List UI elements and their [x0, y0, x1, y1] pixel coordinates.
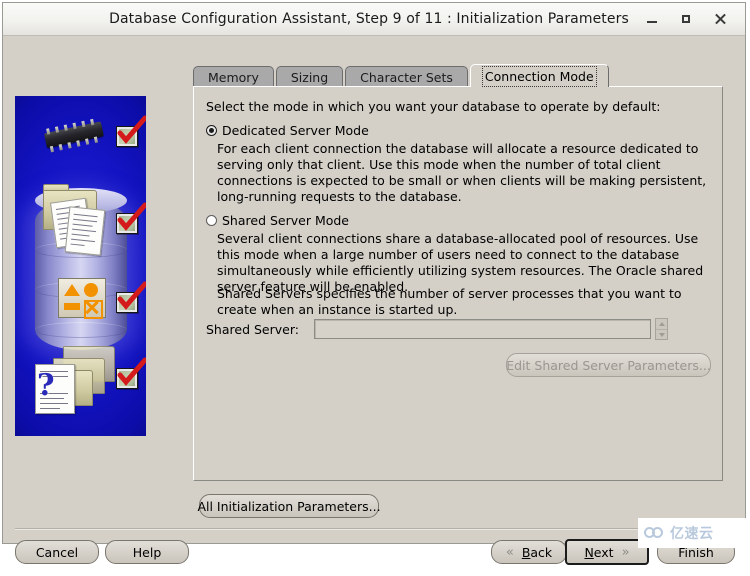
- tab-label: Sizing: [290, 69, 329, 85]
- connection-mode-panel: Select the mode in which you want your d…: [193, 86, 723, 481]
- edit-shared-server-parameters-button[interactable]: Edit Shared Server Parameters...: [506, 353, 711, 377]
- all-initialization-parameters-button[interactable]: All Initialization Parameters...: [197, 494, 381, 518]
- tab-connection-mode[interactable]: Connection Mode: [469, 64, 609, 87]
- window-body: ? Memory Sizing Character Sets Connectio…: [3, 36, 745, 565]
- chevron-double-right-icon: »: [621, 544, 630, 560]
- shared-servers-note: Shared Servers specifies the number of s…: [217, 286, 682, 317]
- window-controls: [645, 12, 745, 26]
- document-page: [64, 206, 106, 256]
- red-check-icon: [117, 281, 146, 310]
- tab-memory[interactable]: Memory: [193, 66, 274, 87]
- next-label: Next: [584, 544, 614, 560]
- double-circle-logo-icon: [644, 526, 666, 540]
- shared-server-field-row: Shared Server:: [206, 318, 668, 340]
- tab-label: Memory: [208, 69, 259, 85]
- red-check-icon: [117, 202, 146, 231]
- dedicated-server-description: For each client connection the database …: [217, 141, 707, 204]
- shared-server-description: Several client connections share a datab…: [217, 231, 704, 294]
- radio-button-icon[interactable]: [206, 125, 217, 136]
- footer-separator: [15, 528, 735, 530]
- help-button[interactable]: Help: [105, 540, 189, 564]
- tab-strip: Memory Sizing Character Sets Connection …: [193, 64, 723, 87]
- illustration-panel: ?: [15, 96, 146, 436]
- question-mark-glyph: ?: [37, 368, 55, 403]
- spinner-down-icon[interactable]: [656, 330, 667, 340]
- panel-intro-text: Select the mode in which you want your d…: [206, 99, 661, 114]
- tab-label: Character Sets: [360, 69, 453, 85]
- red-check-icon: [117, 115, 146, 144]
- shapes-palette-icon: [58, 278, 106, 319]
- shared-server-label: Shared Server:: [206, 321, 299, 337]
- spinner-up-icon[interactable]: [656, 319, 667, 330]
- window-title: Database Configuration Assistant, Step 9…: [109, 11, 629, 27]
- tab-character-sets[interactable]: Character Sets: [345, 66, 468, 87]
- microchip-icon: [37, 115, 113, 155]
- title-bar: Database Configuration Assistant, Step 9…: [3, 3, 745, 36]
- radio-dedicated-server-mode[interactable]: Dedicated Server Mode: [206, 123, 369, 138]
- watermark: 亿速云: [638, 518, 750, 548]
- chevron-double-left-icon: «: [505, 544, 514, 560]
- tab-sizing[interactable]: Sizing: [275, 66, 344, 87]
- tab-label: Connection Mode: [481, 65, 597, 87]
- watermark-text: 亿速云: [670, 526, 714, 542]
- checkmark-1: [116, 115, 146, 147]
- radio-button-icon[interactable]: [206, 215, 217, 226]
- dbca-window: Database Configuration Assistant, Step 9…: [2, 2, 746, 565]
- red-check-icon: [117, 357, 146, 386]
- radio-label: Dedicated Server Mode: [222, 123, 369, 138]
- back-button[interactable]: « Back: [491, 540, 567, 564]
- next-button[interactable]: Next »: [565, 539, 649, 565]
- minimize-icon[interactable]: [645, 12, 659, 26]
- checkmark-2: [116, 202, 146, 234]
- shared-server-spinner[interactable]: [655, 318, 668, 340]
- checkmark-4: [116, 357, 146, 389]
- close-icon[interactable]: [713, 12, 727, 26]
- cancel-button[interactable]: Cancel: [15, 540, 99, 564]
- radio-shared-server-mode[interactable]: Shared Server Mode: [206, 213, 349, 228]
- radio-label: Shared Server Mode: [222, 213, 350, 228]
- checkmark-3: [116, 281, 146, 313]
- maximize-icon[interactable]: [679, 12, 693, 26]
- back-label: Back: [521, 544, 553, 560]
- footer-button-bar: Cancel Help « Back Next » Finish: [3, 539, 747, 576]
- shared-server-input[interactable]: [314, 319, 651, 339]
